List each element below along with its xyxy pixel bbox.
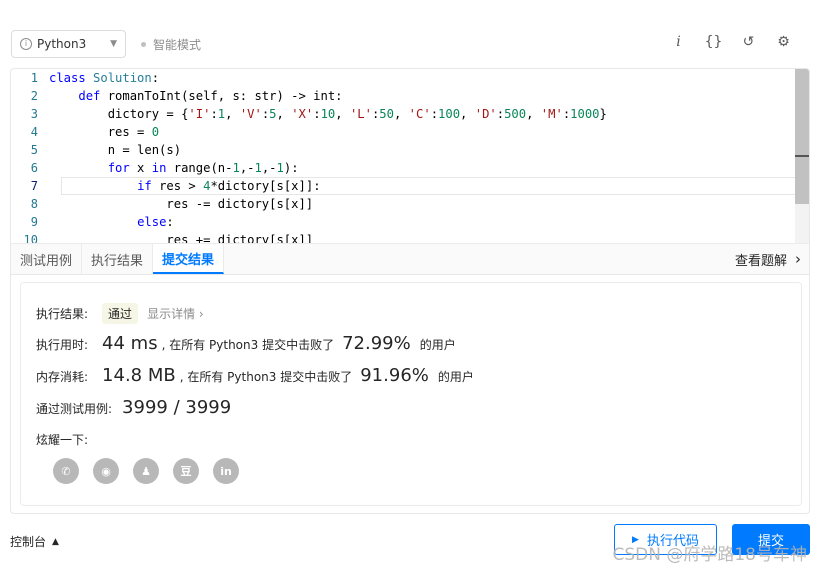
code-line[interactable]: 4 res = 0 — [11, 123, 809, 141]
runtime-row: 执行用时: 44 ms , 在所有 Python3 提交中击败了 72.99% … — [36, 333, 456, 354]
code-text: dictory = {'I':1, 'V':5, 'X':10, 'L':50,… — [49, 107, 607, 121]
status-label: 执行结果: — [36, 307, 89, 321]
settings-icon[interactable]: ⚙ — [766, 34, 801, 50]
status-badge: 通过 — [102, 303, 139, 324]
console-toggle[interactable]: 控制台 ▲ — [10, 533, 59, 550]
code-line[interactable]: 8 res -= dictory[s[x]] — [11, 195, 809, 213]
console-label: 控制台 — [10, 535, 47, 549]
line-number: 10 — [23, 233, 38, 243]
code-text: for x in range(n-1,-1,-1): — [107, 161, 299, 175]
braces-icon[interactable]: {} — [696, 34, 731, 50]
chevron-down-icon: ▼ — [110, 39, 117, 49]
caret-up-icon: ▲ — [52, 536, 59, 547]
info-icon[interactable]: i — [661, 34, 696, 50]
line-number: 2 — [30, 89, 38, 103]
view-solution-label: 查看题解 — [734, 253, 787, 269]
status-row: 执行结果: 通过 显示详情 › — [36, 303, 204, 324]
code-line[interactable]: 6 for x in range(n-1,-1,-1): — [11, 159, 809, 177]
tab-run-result[interactable]: 执行结果 — [82, 244, 154, 274]
runtime-percent: 72.99% — [342, 333, 411, 354]
wechat-icon[interactable]: ✆ — [53, 458, 79, 484]
csdn-watermark: CSDN @府学路18号车神 — [612, 545, 807, 565]
share-label: 炫耀一下: — [36, 433, 89, 447]
code-line[interactable]: 2 def romanToInt(self, s: str) -> int: — [11, 87, 809, 105]
line-number: 3 — [30, 107, 38, 121]
share-icons: ✆ ◉ ♟ 豆 in — [53, 458, 239, 484]
info-icon: i — [20, 38, 32, 50]
code-text: if res > 4*dictory[s[x]]: — [137, 179, 321, 193]
tests-row: 通过测试用例: 3999 / 3999 — [36, 397, 235, 418]
line-number: 8 — [30, 197, 38, 211]
code-line[interactable]: 3 dictory = {'I':1, 'V':5, 'X':10, 'L':5… — [11, 105, 809, 123]
code-line[interactable]: 10 res += dictory[s[x]] — [11, 231, 809, 243]
memory-label: 内存消耗: — [36, 370, 89, 384]
language-select[interactable]: i Python3 ▼ — [11, 30, 126, 58]
result-panel: 执行结果: 通过 显示详情 › 执行用时: 44 ms , 在所有 Python… — [10, 275, 810, 514]
submission-result-card: 执行结果: 通过 显示详情 › 执行用时: 44 ms , 在所有 Python… — [20, 282, 802, 506]
line-number: 7 — [30, 179, 38, 193]
qq-icon[interactable]: ♟ — [133, 458, 159, 484]
line-number: 4 — [30, 125, 38, 139]
code-line[interactable]: 7 if res > 4*dictory[s[x]]: — [11, 177, 809, 195]
tests-value: 3999 / 3999 — [122, 397, 232, 418]
code-editor[interactable]: 1 class Solution: 2 def romanToInt(self, s… — [10, 68, 810, 243]
code-text: res += dictory[s[x]] — [49, 233, 314, 243]
tests-label: 通过测试用例: — [36, 402, 113, 416]
runtime-text: , 在所有 Python3 提交中击败了 — [161, 338, 335, 352]
scrollbar-cursor-mark — [795, 155, 809, 157]
line-number: 1 — [30, 71, 38, 85]
douban-icon[interactable]: 豆 — [173, 458, 199, 484]
smart-mode-toggle[interactable]: 智能模式 — [141, 36, 201, 53]
language-label: Python3 — [37, 37, 87, 51]
line-number: 5 — [30, 143, 38, 157]
code-text: res -= dictory[s[x]] — [49, 197, 314, 211]
show-details-link[interactable]: 显示详情 › — [147, 305, 204, 322]
view-solution-link[interactable]: 查看题解 › — [735, 244, 809, 274]
runtime-label: 执行用时: — [36, 338, 89, 352]
smart-mode-label: 智能模式 — [153, 38, 202, 52]
weibo-icon[interactable]: ◉ — [93, 458, 119, 484]
editor-scrollbar-thumb[interactable] — [795, 69, 809, 204]
code-text: else: — [137, 215, 174, 229]
code-line[interactable]: 5 n = len(s) — [11, 141, 809, 159]
code-text: res = 0 — [49, 125, 160, 139]
tab-testcase[interactable]: 测试用例 — [11, 244, 83, 274]
mode-dot-icon — [141, 42, 146, 47]
memory-text: , 在所有 Python3 提交中击败了 — [179, 370, 353, 384]
linkedin-icon[interactable]: in — [213, 458, 239, 484]
code-line[interactable]: 1 class Solution: — [11, 69, 809, 87]
code-line[interactable]: 9 else: — [11, 213, 809, 231]
memory-suffix: 的用户 — [437, 370, 474, 384]
editor-toolbar-icons: i {} ↺ ⚙ — [661, 34, 801, 50]
runtime-suffix: 的用户 — [419, 338, 456, 352]
memory-value: 14.8 MB — [102, 365, 176, 386]
chevron-right-icon: › — [795, 250, 801, 268]
reset-icon[interactable]: ↺ — [731, 34, 766, 50]
share-row: 炫耀一下: — [36, 431, 88, 448]
memory-percent: 91.96% — [360, 365, 429, 386]
line-number: 9 — [30, 215, 38, 229]
tab-submit-result[interactable]: 提交结果 — [153, 244, 225, 274]
runtime-value: 44 ms — [102, 333, 158, 354]
line-number: 6 — [30, 161, 38, 175]
result-tabs: 测试用例 执行结果 提交结果 查看题解 › — [10, 243, 810, 275]
code-text: def romanToInt(self, s: str) -> int: — [78, 89, 343, 103]
memory-row: 内存消耗: 14.8 MB , 在所有 Python3 提交中击败了 91.96… — [36, 365, 474, 386]
code-text: class Solution: — [49, 71, 160, 85]
code-text: n = len(s) — [49, 143, 182, 157]
